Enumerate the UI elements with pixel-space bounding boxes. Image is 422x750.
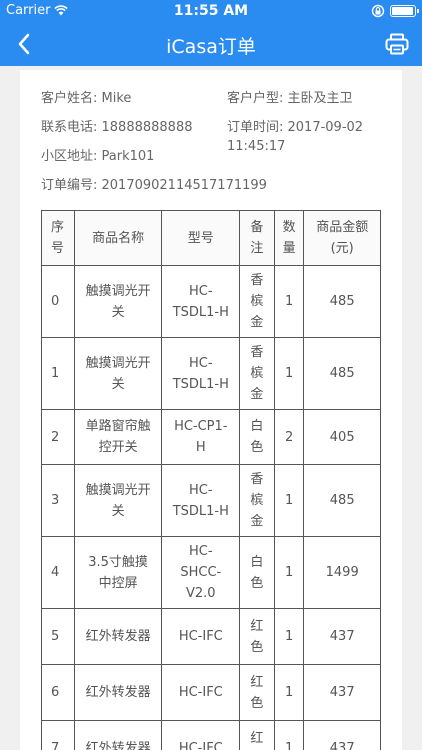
cell-model: HC-IFC — [161, 664, 241, 721]
cell-amount: 485 — [303, 464, 381, 537]
table-row[interactable]: 1 触摸调光开关 HC- TSDL1-H 香槟金 1 485 — [41, 337, 381, 410]
battery-icon — [390, 5, 419, 17]
header-index: 序号 — [41, 210, 75, 266]
printer-icon — [385, 33, 409, 55]
cell-model: HC-IFC — [161, 608, 241, 665]
status-right — [371, 4, 419, 18]
cell-product-name: 红外转发器 — [73, 720, 163, 750]
customer-unit-type: 客户户型: 主卧及主卫 — [227, 91, 353, 106]
cell-product-name: 3.5寸触摸 中控屏 — [73, 536, 163, 609]
cell-index: 0 — [41, 265, 75, 338]
order-items-table: 序号 商品名称 型号 备注 数量 商品金额 (元) 0 触摸调光开关 HC- TSDL1… — [41, 210, 381, 750]
cell-note: 红色 — [239, 608, 275, 665]
customer-phone: 联系电话: 18888888888 — [41, 120, 193, 135]
cell-amount: 1499 — [303, 536, 381, 609]
cell-product-name: 触摸调光开关 — [73, 265, 163, 338]
cell-index: 3 — [41, 464, 75, 537]
header-product-name: 商品名称 — [73, 210, 163, 266]
cell-amount: 485 — [303, 337, 381, 410]
print-button[interactable] — [382, 29, 412, 59]
cell-quantity: 1 — [273, 464, 305, 537]
cell-quantity: 2 — [273, 409, 305, 465]
status-bar: Carrier 11:55 AM — [0, 0, 422, 22]
battery-level — [392, 7, 413, 15]
order-number: 订单编号: 20170902114517171199 — [41, 178, 267, 193]
cell-index: 6 — [41, 664, 75, 721]
cell-index: 1 — [41, 337, 75, 410]
cell-quantity: 1 — [273, 608, 305, 665]
cell-note: 白色 — [239, 536, 275, 609]
community-address: 小区地址: Park101 — [41, 149, 155, 164]
cell-note: 红色 — [239, 720, 275, 750]
order-time: 订单时间: 2017-09-02 11:45:17 — [227, 116, 363, 154]
cell-note: 香槟金 — [239, 464, 275, 537]
table-header-row: 序号 商品名称 型号 备注 数量 商品金额 (元) — [41, 210, 381, 266]
table-row[interactable]: 5 红外转发器 HC-IFC 红色 1 437 — [41, 608, 381, 665]
header-quantity: 数量 — [273, 210, 305, 266]
cell-index: 2 — [41, 409, 75, 465]
cell-product-name: 触摸调光开关 — [73, 464, 163, 537]
page-title: iCasa订单 — [166, 36, 256, 58]
cell-model: HC- TSDL1-H — [161, 337, 241, 410]
cell-index: 4 — [41, 536, 75, 609]
cell-amount: 437 — [303, 608, 381, 665]
cell-product-name: 红外转发器 — [73, 608, 163, 665]
cell-amount: 437 — [303, 664, 381, 721]
header-model: 型号 — [161, 210, 241, 266]
table-row[interactable]: 6 红外转发器 HC-IFC 红色 1 437 — [41, 664, 381, 721]
cell-model: HC-CP1- H — [161, 409, 241, 465]
table-row[interactable]: 4 3.5寸触摸 中控屏 HC- SHCC- V2.0 白色 1 1499 — [41, 536, 381, 609]
cell-model: HC- TSDL1-H — [161, 265, 241, 338]
cell-product-name: 触摸调光开关 — [73, 337, 163, 410]
cell-model: HC-IFC — [161, 720, 241, 750]
order-card: 客户姓名: Mike 客户户型: 主卧及主卫 联系电话: 18888888888… — [20, 70, 402, 750]
cell-quantity: 1 — [273, 337, 305, 410]
clock: 11:55 AM — [173, 3, 249, 19]
cell-model: HC- TSDL1-H — [161, 464, 241, 537]
cell-quantity: 1 — [273, 720, 305, 750]
order-time-line1: 订单时间: 2017-09-02 — [227, 120, 364, 135]
cell-index: 7 — [41, 720, 75, 750]
cell-product-name: 单路窗帘触 控开关 — [73, 409, 163, 465]
cell-note: 香槟金 — [239, 265, 275, 338]
table-row[interactable]: 2 单路窗帘触 控开关 HC-CP1- H 白色 2 405 — [41, 409, 381, 465]
cell-note: 香槟金 — [239, 337, 275, 410]
nav-bar: iCasa订单 — [0, 22, 422, 66]
order-rows: 0 触摸调光开关 HC- TSDL1-H 香槟金 1 485 1 触摸调光开关 HC- TSDL1-… — [41, 265, 381, 750]
cell-note: 白色 — [239, 409, 275, 465]
cell-note: 红色 — [239, 664, 275, 721]
cell-quantity: 1 — [273, 664, 305, 721]
app-header: Carrier 11:55 AM iCasa订单 — [0, 0, 422, 66]
table-row[interactable]: 7红外转发器HC-IFC红色1437 — [41, 720, 381, 750]
cell-quantity: 1 — [273, 265, 305, 338]
cell-quantity: 1 — [273, 536, 305, 609]
customer-name: 客户姓名: Mike — [41, 91, 132, 106]
cell-amount: 405 — [303, 409, 381, 465]
cell-index: 5 — [41, 608, 75, 665]
order-time-line2: 11:45:17 — [227, 139, 286, 154]
rotation-lock-icon — [371, 4, 385, 18]
cell-amount: 485 — [303, 265, 381, 338]
cell-amount: 437 — [303, 720, 381, 750]
table-row[interactable]: 0 触摸调光开关 HC- TSDL1-H 香槟金 1 485 — [41, 265, 381, 338]
cell-model: HC- SHCC- V2.0 — [161, 536, 241, 609]
cell-product-name: 红外转发器 — [73, 664, 163, 721]
header-note: 备注 — [239, 210, 275, 266]
table-row[interactable]: 3 触摸调光开关 HC- TSDL1-H 香槟金 1 485 — [41, 464, 381, 537]
header-amount: 商品金额 (元) — [303, 210, 381, 266]
